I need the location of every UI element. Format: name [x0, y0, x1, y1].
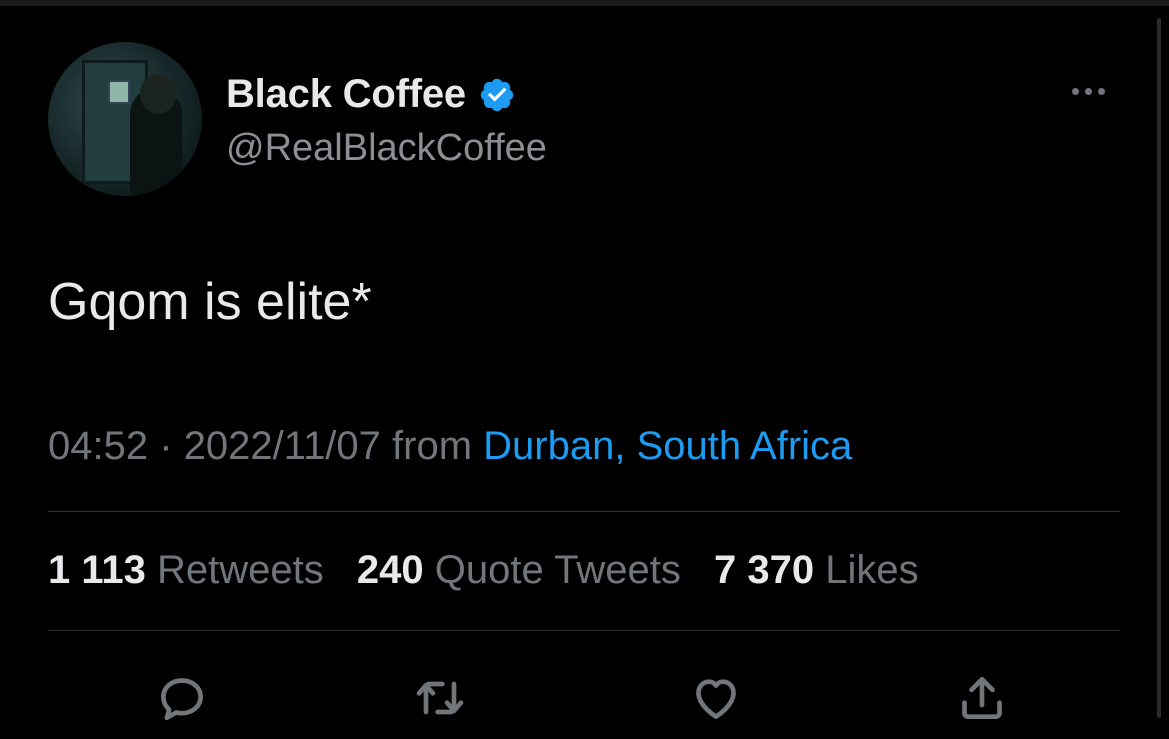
retweets-count: 1 113: [48, 548, 146, 592]
share-icon: [962, 677, 1002, 719]
tweet-time[interactable]: 04:52: [48, 424, 148, 468]
author-display-name[interactable]: Black Coffee: [226, 72, 466, 117]
avatar-head: [140, 74, 176, 114]
heart-icon: [696, 679, 736, 719]
tweet-stats: 1 113 Retweets 240 Quote Tweets 7 370 Li…: [48, 548, 919, 593]
comment-icon: [161, 678, 204, 721]
top-border: [0, 0, 1169, 6]
more-options-icon[interactable]: [1072, 88, 1105, 95]
tweet-metadata: 04:52 · 2022/11/07 from Durban, South Af…: [48, 424, 852, 469]
reply-button[interactable]: [152, 668, 212, 728]
retweets-stat[interactable]: 1 113 Retweets: [48, 548, 324, 592]
avatar-background-sign: [108, 80, 130, 104]
divider: [48, 511, 1120, 512]
verified-badge-icon: [480, 78, 514, 111]
likes-count: 7 370: [713, 548, 815, 592]
more-dot: [1085, 88, 1092, 95]
tweet-date[interactable]: 2022/11/07: [184, 424, 381, 468]
tweet-location-link[interactable]: Durban, South Africa: [483, 424, 852, 468]
from-label: from: [392, 424, 473, 468]
quotes-count: 240: [356, 548, 424, 592]
retweets-label: Retweets: [157, 548, 324, 592]
retweet-icon: [416, 681, 464, 715]
author-name-row[interactable]: Black Coffee: [226, 72, 516, 117]
more-dot: [1098, 88, 1105, 95]
likes-label: Likes: [825, 548, 919, 592]
retweet-button[interactable]: [410, 668, 470, 728]
share-button[interactable]: [952, 668, 1012, 728]
scrollbar[interactable]: [1157, 18, 1161, 718]
meta-separator: ·: [159, 424, 173, 468]
avatar[interactable]: [48, 42, 202, 196]
like-button[interactable]: [686, 668, 746, 728]
divider: [48, 630, 1120, 631]
author-handle[interactable]: @RealBlackCoffee: [226, 127, 547, 170]
tweet-text: Gqom is elite*: [48, 273, 372, 331]
action-bar: [0, 668, 1169, 728]
more-dot: [1072, 88, 1079, 95]
quote-tweets-stat[interactable]: 240 Quote Tweets: [357, 548, 681, 592]
quotes-label: Quote Tweets: [434, 548, 681, 592]
likes-stat[interactable]: 7 370 Likes: [714, 548, 919, 592]
